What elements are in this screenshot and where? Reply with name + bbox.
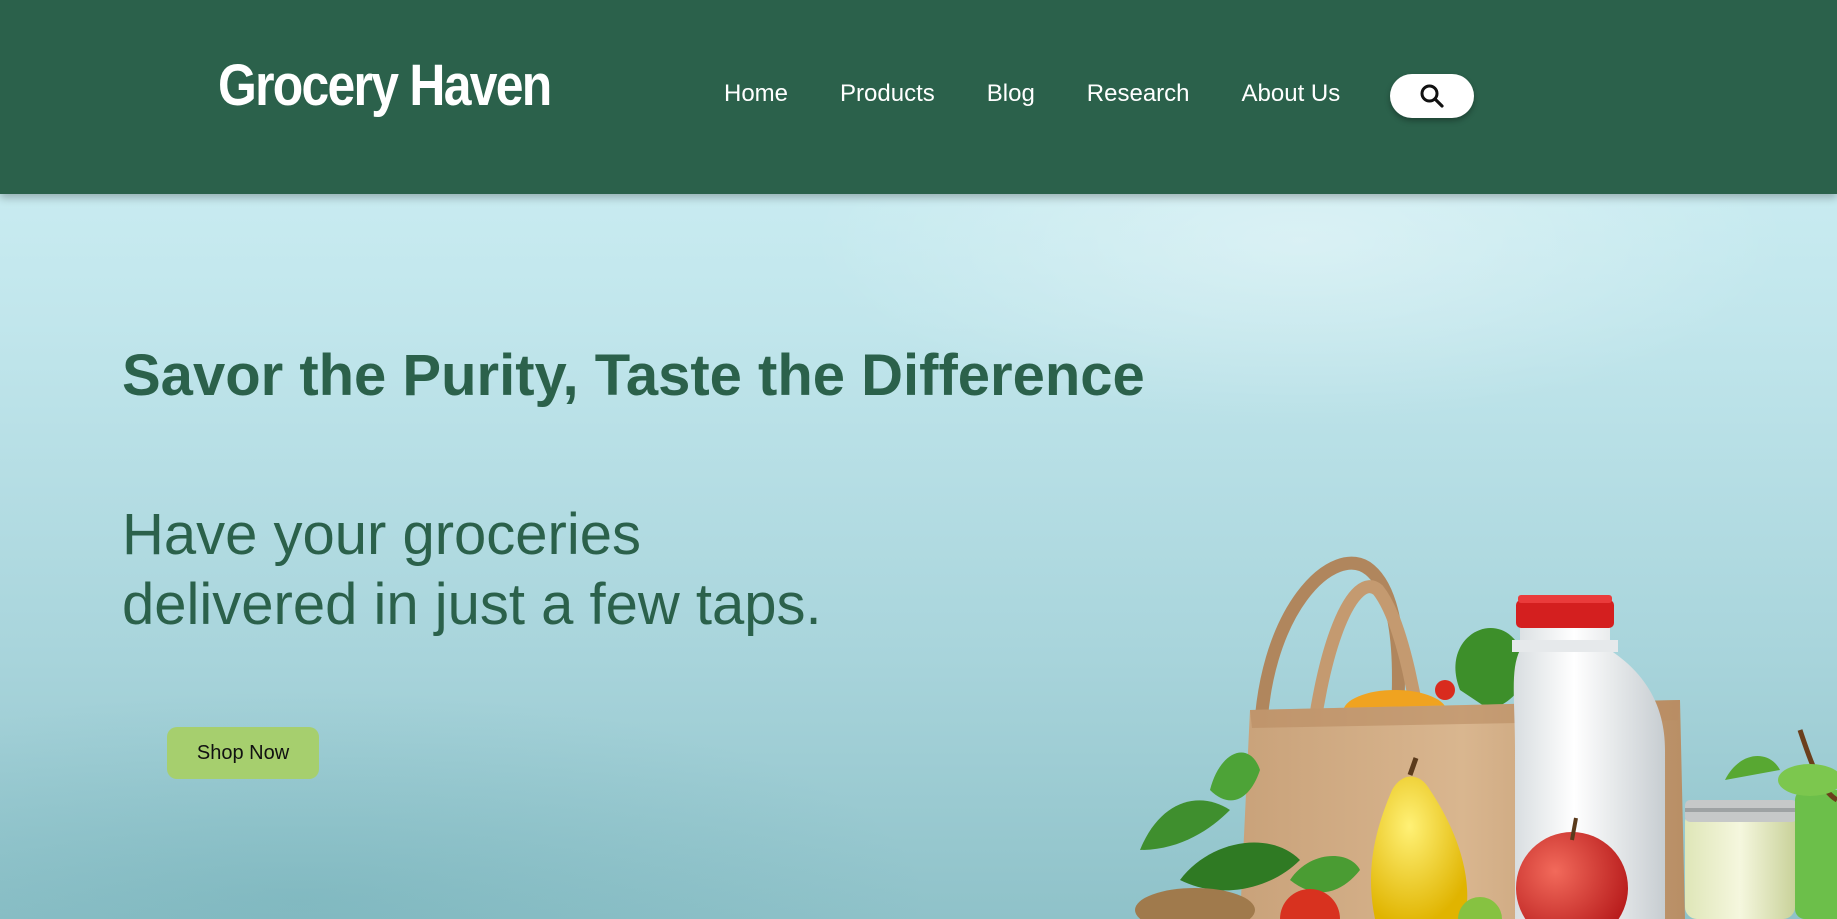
- page: Grocery Haven Home Products Blog Researc…: [0, 0, 1837, 919]
- nav-link-about-us[interactable]: About Us: [1242, 80, 1341, 108]
- shop-now-button[interactable]: Shop Now: [167, 727, 319, 779]
- hero-subheading-line-2: delivered in just a few taps.: [122, 572, 822, 637]
- navbar: Grocery Haven Home Products Blog Researc…: [0, 0, 1837, 194]
- hero-headline: Savor the Purity, Taste the Difference: [122, 343, 1145, 408]
- search-icon: [1420, 84, 1444, 108]
- site-logo[interactable]: Grocery Haven: [218, 52, 552, 119]
- main-nav: Home Products Blog Research About Us: [724, 80, 1392, 108]
- nav-link-research[interactable]: Research: [1087, 80, 1190, 108]
- hero-subheading-line-1: Have your groceries: [122, 502, 641, 567]
- nav-link-blog[interactable]: Blog: [987, 80, 1035, 108]
- nav-link-home[interactable]: Home: [724, 80, 788, 108]
- grocery-bag-illustration: [1135, 556, 1837, 919]
- search-button[interactable]: [1390, 74, 1474, 118]
- nav-link-products[interactable]: Products: [840, 80, 935, 108]
- hero-subheading: Have your groceries delivered in just a …: [122, 500, 822, 640]
